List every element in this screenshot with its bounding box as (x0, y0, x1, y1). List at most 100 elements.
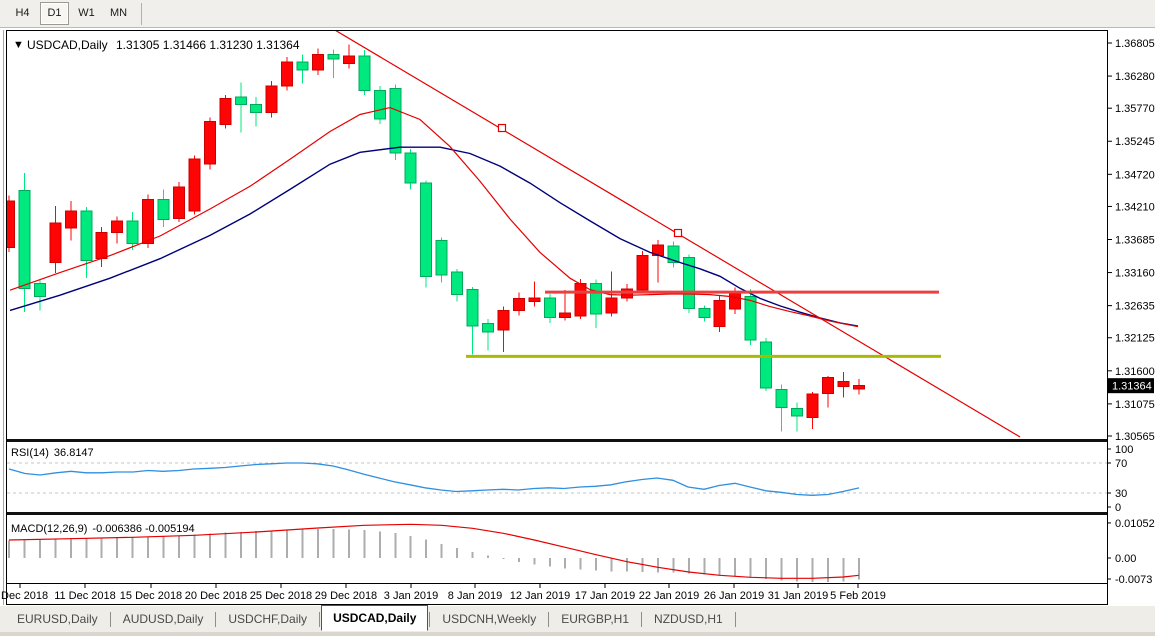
trendline-handle (499, 125, 506, 132)
candle-body (112, 221, 123, 232)
timeframe-button-h4[interactable]: H4 (8, 2, 37, 25)
candle-body (452, 272, 463, 295)
chart-tab-audusd[interactable]: AUDUSD,Daily (112, 608, 215, 631)
candle-body (529, 298, 540, 302)
candle-body (421, 183, 432, 276)
tab-separator (548, 612, 549, 627)
price-axis-label: 1.34210 (1115, 201, 1155, 213)
tab-separator (319, 612, 320, 627)
candle-body (761, 342, 772, 388)
rsi-name: RSI(14) (11, 447, 49, 459)
candle-body (81, 211, 92, 261)
chart-title-quote: 1.31305 1.31466 1.31230 1.31364 (116, 38, 300, 52)
price-axis-label: 1.33685 (1115, 234, 1155, 246)
candle-body (591, 283, 602, 314)
price-axis-label: 1.34720 (1115, 169, 1155, 181)
candle-body (204, 121, 215, 164)
candle-body (34, 283, 45, 296)
timeframe-button-mn[interactable]: MN (104, 2, 133, 25)
candle-body (405, 153, 416, 183)
date-label: 20 Dec 2018 (185, 590, 247, 602)
macd-values: -0.006386 -0.005194 (92, 523, 194, 535)
pane-separator-macd[interactable] (7, 512, 1107, 515)
candle-body (143, 200, 154, 244)
candle-body (745, 296, 756, 339)
chart-menu-arrow-icon[interactable]: ▼ (13, 39, 24, 51)
chart-title-symbol: USDCAD,Daily (27, 38, 108, 52)
candle-body (96, 232, 107, 258)
candle-body (4, 201, 15, 248)
candle-body (343, 56, 354, 64)
date-label: 12 Jan 2019 (510, 590, 571, 602)
candle-body (50, 223, 61, 263)
timeframe-button-w1[interactable]: W1 (72, 2, 101, 25)
timeframe-buttons: H4D1W1MN (5, 2, 133, 25)
macd-axis-label: 0.010525 (1115, 518, 1155, 530)
price-axis-label: 1.36280 (1115, 71, 1155, 83)
date-label: 5 Feb 2019 (830, 590, 886, 602)
candle-body (575, 283, 586, 316)
chart-tab-nzdusd[interactable]: NZDUSD,H1 (643, 608, 734, 631)
chart-tab-eurgbp[interactable]: EURGBP,H1 (550, 608, 640, 631)
candle-body (807, 394, 818, 417)
tab-separator (215, 612, 216, 627)
candle-body (374, 91, 385, 119)
candle-body (297, 62, 308, 70)
candle-body (606, 298, 617, 313)
candle-body (714, 300, 725, 326)
bottom-strip (0, 632, 1155, 636)
price-axis-label: 1.35245 (1115, 136, 1155, 148)
candle-body (127, 221, 138, 244)
date-label: 8 Jan 2019 (448, 590, 502, 602)
candle-body (730, 293, 741, 309)
candle-body (699, 308, 710, 317)
chart-tab-usdcnh[interactable]: USDCNH,Weekly (431, 608, 547, 631)
rsi-axis-label: 0 (1115, 502, 1121, 514)
price-axis-label: 1.31600 (1115, 366, 1155, 378)
chart-tab-eurusd[interactable]: EURUSD,Daily (6, 608, 109, 631)
timeframe-toolbar: H4D1W1MN (0, 0, 1155, 28)
chart-tab-usdcad[interactable]: USDCAD,Daily (321, 605, 428, 631)
candle-body (158, 200, 169, 220)
toolbar-separator (141, 3, 142, 25)
timeframe-button-d1[interactable]: D1 (40, 2, 69, 25)
candle-body (467, 290, 478, 327)
date-label: 25 Dec 2018 (250, 590, 312, 602)
price-axis-group: 1.368051.362801.357701.352451.347201.342… (1107, 38, 1155, 586)
candle-body (359, 56, 370, 91)
pane-separator-rsi[interactable] (7, 439, 1107, 442)
tab-separator (110, 612, 111, 627)
tab-separator (429, 612, 430, 627)
candle-body (235, 97, 246, 105)
candle-body (498, 310, 509, 330)
macd-axis-label: 0.00 (1115, 553, 1136, 565)
rsi-value: 36.8147 (54, 447, 94, 459)
candle-body (776, 390, 787, 408)
main-plot-area[interactable] (7, 31, 1107, 438)
candle-body (482, 324, 493, 332)
candle-body (791, 409, 802, 417)
candle-body (637, 256, 648, 291)
price-axis-label: 1.33160 (1115, 268, 1155, 280)
chart-tab-usdchf[interactable]: USDCHF,Daily (217, 608, 318, 631)
price-axis-label: 1.30565 (1115, 431, 1155, 443)
date-label: 29 Dec 2018 (315, 590, 377, 602)
candle-body (328, 55, 339, 59)
trendline-handle (675, 230, 682, 237)
candle-body (838, 382, 849, 387)
rsi-axis-label: 30 (1115, 488, 1127, 500)
candle-body (220, 99, 231, 125)
macd-name: MACD(12,26,9) (11, 523, 87, 535)
candle-body (189, 159, 200, 211)
date-label: 17 Jan 2019 (575, 590, 636, 602)
candle-body (390, 89, 401, 153)
date-label: 3 Jan 2019 (384, 590, 438, 602)
date-label: 11 Dec 2018 (54, 590, 116, 602)
price-axis-label: 1.31075 (1115, 399, 1155, 411)
current-price-label: 1.31364 (1112, 381, 1152, 393)
macd-axis-label: -0.0073 (1115, 574, 1152, 586)
candle-body (173, 187, 184, 218)
price-axis-label: 1.35770 (1115, 103, 1155, 115)
date-label: 22 Jan 2019 (639, 590, 700, 602)
candle-body (19, 191, 30, 289)
